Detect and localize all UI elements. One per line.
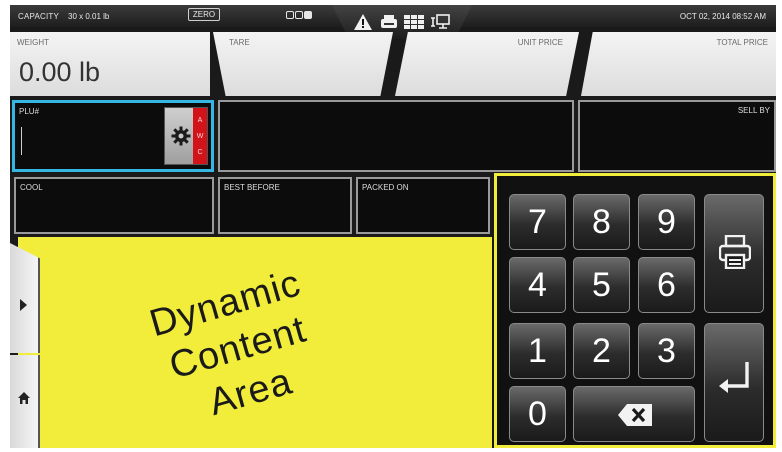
best-before-field[interactable]: BEST BEFORE (218, 177, 352, 234)
backspace-button[interactable] (573, 386, 695, 442)
key-5[interactable]: 5 (573, 257, 630, 313)
key-1[interactable]: 1 (509, 323, 566, 379)
total-price-display: TOTAL PRICE (581, 32, 776, 96)
key-6[interactable]: 6 (638, 257, 695, 313)
backspace-icon (618, 404, 652, 426)
home-button[interactable] (10, 355, 40, 448)
key-8[interactable]: 8 (573, 194, 630, 250)
mode-dot-active (304, 11, 312, 19)
packed-on-label: PACKED ON (362, 183, 409, 192)
key-7[interactable]: 7 (509, 194, 566, 250)
dynamic-area-caption: Dynamic Content Area (75, 240, 401, 448)
mode-letter: W (196, 132, 204, 140)
key-3[interactable]: 3 (638, 323, 695, 379)
key-4[interactable]: 4 (509, 257, 566, 313)
total-price-label: TOTAL PRICE (716, 38, 768, 47)
key-0[interactable]: 0 (509, 386, 566, 442)
mode-letter: A (197, 116, 203, 124)
weight-display: WEIGHT 0.00 lb (10, 32, 210, 96)
cool-field[interactable]: COOL (14, 177, 214, 234)
plu-field[interactable]: PLU# A W C (12, 100, 214, 172)
plu-label: PLU# (19, 107, 40, 116)
sell-by-label: SELL BY (737, 106, 770, 115)
key-9[interactable]: 9 (638, 194, 695, 250)
numeric-keypad: 7 8 9 4 5 6 1 2 3 0 (494, 173, 776, 448)
mode-indicator (286, 11, 312, 19)
printer-status-icon[interactable] (380, 14, 398, 35)
sell-by-field[interactable]: SELL BY (578, 100, 776, 172)
enter-icon (719, 362, 749, 393)
mode-letter: C (197, 148, 203, 156)
best-before-label: BEST BEFORE (224, 183, 280, 192)
printer-icon (719, 235, 751, 269)
scale-screen: CAPACITY 30 x 0.01 lb ZERO OCT 02, 2014 … (10, 5, 776, 448)
dynamic-content-area[interactable]: Dynamic Content Area (18, 237, 492, 448)
enter-button[interactable] (704, 323, 764, 442)
capacity-value: 30 x 0.01 lb (68, 12, 110, 21)
home-icon (17, 391, 31, 410)
weight-value: 0.00 lb (19, 57, 101, 87)
cool-label: COOL (20, 183, 43, 192)
tare-label: TARE (229, 38, 250, 47)
mode-dot (295, 11, 303, 19)
key-2[interactable]: 2 (573, 323, 630, 379)
zero-indicator: ZERO (188, 8, 220, 21)
text-cursor (21, 127, 22, 155)
unit-price-display[interactable]: UNIT PRICE (395, 32, 579, 96)
warning-icon[interactable] (354, 14, 372, 35)
plu-settings-button[interactable]: A W C (164, 107, 208, 165)
network-icon[interactable] (430, 14, 450, 35)
gear-icon (171, 126, 191, 148)
capacity-label: CAPACITY (18, 12, 60, 21)
mode-dot (286, 11, 294, 19)
date-time: OCT 02, 2014 08:52 AM (679, 12, 766, 21)
product-description-field[interactable] (218, 100, 574, 172)
print-button[interactable] (704, 194, 764, 313)
unit-price-label: UNIT PRICE (517, 38, 563, 47)
packed-on-field[interactable]: PACKED ON (356, 177, 490, 234)
weight-label: WEIGHT (17, 38, 49, 47)
tare-display[interactable]: TARE (213, 32, 393, 96)
chevron-right-icon (20, 299, 27, 311)
grid-icon[interactable] (404, 14, 424, 35)
plu-mode-strip: A W C (193, 108, 207, 164)
expand-drawer-button[interactable] (10, 243, 40, 353)
